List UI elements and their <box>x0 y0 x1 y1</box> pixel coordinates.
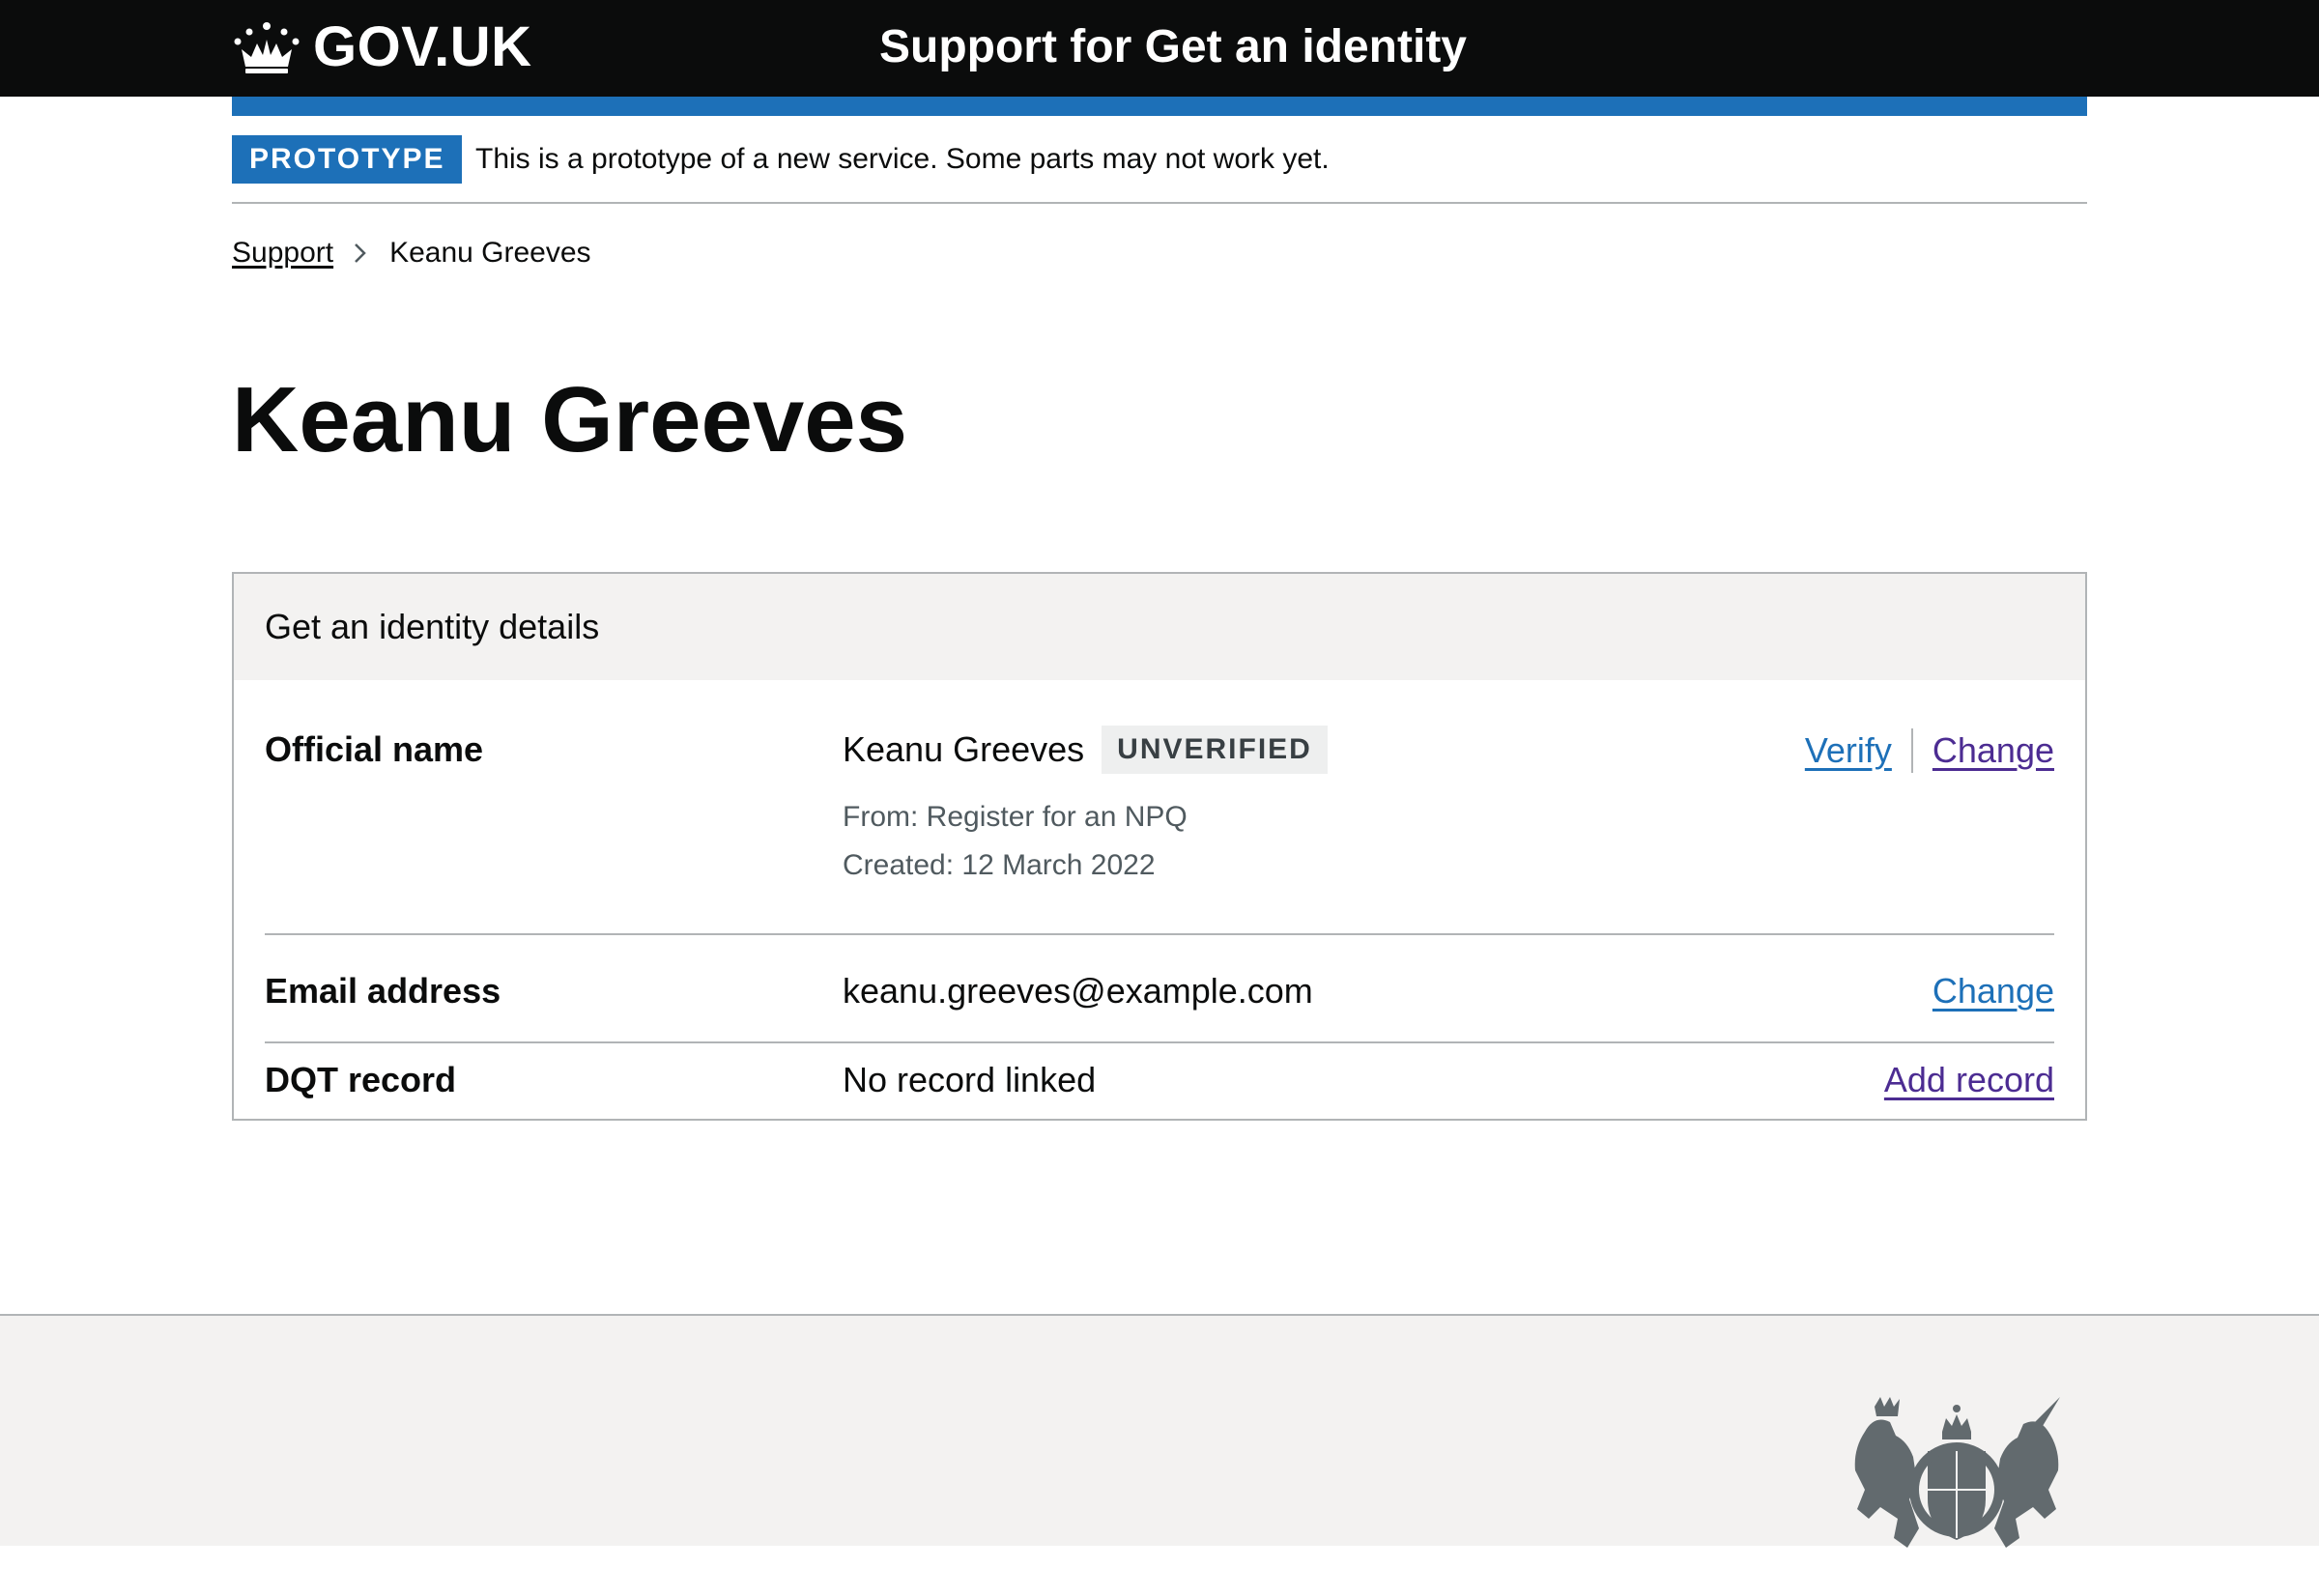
summary-card: Get an identity details Official name Ke… <box>232 572 2087 1121</box>
row-value: Keanu Greeves UNVERIFIED From: Register … <box>843 726 1328 890</box>
created-date: Created: 12 March 2022 <box>843 849 1156 881</box>
service-name-link[interactable]: Support for Get an identity <box>879 17 1467 77</box>
status-badge: UNVERIFIED <box>1102 726 1328 774</box>
change-email-link[interactable]: Change <box>1932 970 2054 1012</box>
row-key: Official name <box>265 729 484 769</box>
summary-row-email: Email address keanu.greeves@example.com … <box>265 955 2054 1043</box>
phase-banner: PROTOTYPE This is a prototype of a new s… <box>232 116 2087 204</box>
crown-icon <box>234 22 300 73</box>
chevron-right-icon <box>355 243 366 263</box>
change-official-name-link[interactable]: Change <box>1932 729 2054 772</box>
breadcrumb-link-support[interactable]: Support <box>232 237 333 270</box>
breadcrumb-current: Keanu Greeves <box>389 237 591 269</box>
source-text: From: Register for an NPQ <box>843 801 1188 833</box>
site-footer <box>0 1314 2319 1548</box>
action-separator <box>1910 728 1913 773</box>
site-header: GOV.UK Support for Get an identity <box>0 0 2319 97</box>
email-value: keanu.greeves@example.com <box>843 971 1313 1011</box>
govuk-logo-text: GOV.UK <box>313 15 532 78</box>
summary-card-header: Get an identity details <box>234 574 2085 680</box>
govuk-logo-link[interactable]: GOV.UK <box>232 17 531 77</box>
header-blue-bar <box>232 97 2087 116</box>
phase-banner-text: This is a prototype of a new service. So… <box>475 143 1330 175</box>
add-record-link[interactable]: Add record <box>1884 1059 2054 1101</box>
official-name-value: Keanu Greeves <box>843 729 1085 769</box>
dqt-record-value: No record linked <box>843 1060 1097 1099</box>
row-key: DQT record <box>265 1060 457 1099</box>
summary-row-dqt-record: DQT record No record linked Add record <box>265 1043 2054 1121</box>
summary-card-title: Get an identity details <box>265 607 600 646</box>
breadcrumb: Support Keanu Greeves <box>232 234 591 272</box>
page-title: Keanu Greeves <box>232 368 908 471</box>
row-actions: Verify Change <box>1805 728 2054 773</box>
verify-link[interactable]: Verify <box>1805 729 1892 772</box>
row-key: Email address <box>265 971 501 1011</box>
royal-crest-icon <box>1854 1397 2060 1548</box>
phase-tag: PROTOTYPE <box>232 135 463 184</box>
summary-row-official-name: Official name Keanu Greeves UNVERIFIED F… <box>265 726 2054 935</box>
row-actions: Add record <box>1884 1059 2054 1101</box>
row-actions: Change <box>1932 970 2054 1012</box>
